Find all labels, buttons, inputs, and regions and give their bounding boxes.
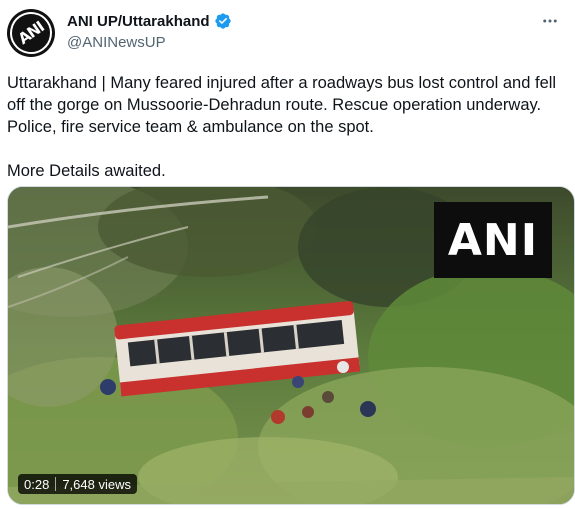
tweet-card[interactable]: ANI ANI UP/Uttarakhand @ANINewsUP Uttara… <box>0 0 575 509</box>
account-handle[interactable]: @ANINewsUP <box>67 34 166 51</box>
video-player[interactable]: ANI 0:28 7,648 views <box>7 186 575 505</box>
video-meta: 0:28 7,648 views <box>18 474 137 494</box>
avatar-logo-text: ANI <box>7 9 55 57</box>
view-count: 7,648 views <box>62 476 131 492</box>
video-duration: 0:28 <box>24 476 50 492</box>
tweet-text: Uttarakhand | Many feared injured after … <box>7 74 557 180</box>
avatar[interactable]: ANI <box>7 9 55 57</box>
ani-watermark: ANI <box>434 202 552 278</box>
display-name[interactable]: ANI UP/Uttarakhand <box>67 13 210 30</box>
meta-divider <box>55 477 57 491</box>
verified-badge-icon <box>214 13 231 29</box>
more-options-icon[interactable] <box>539 10 561 32</box>
author-name-row: ANI UP/Uttarakhand <box>67 12 232 30</box>
